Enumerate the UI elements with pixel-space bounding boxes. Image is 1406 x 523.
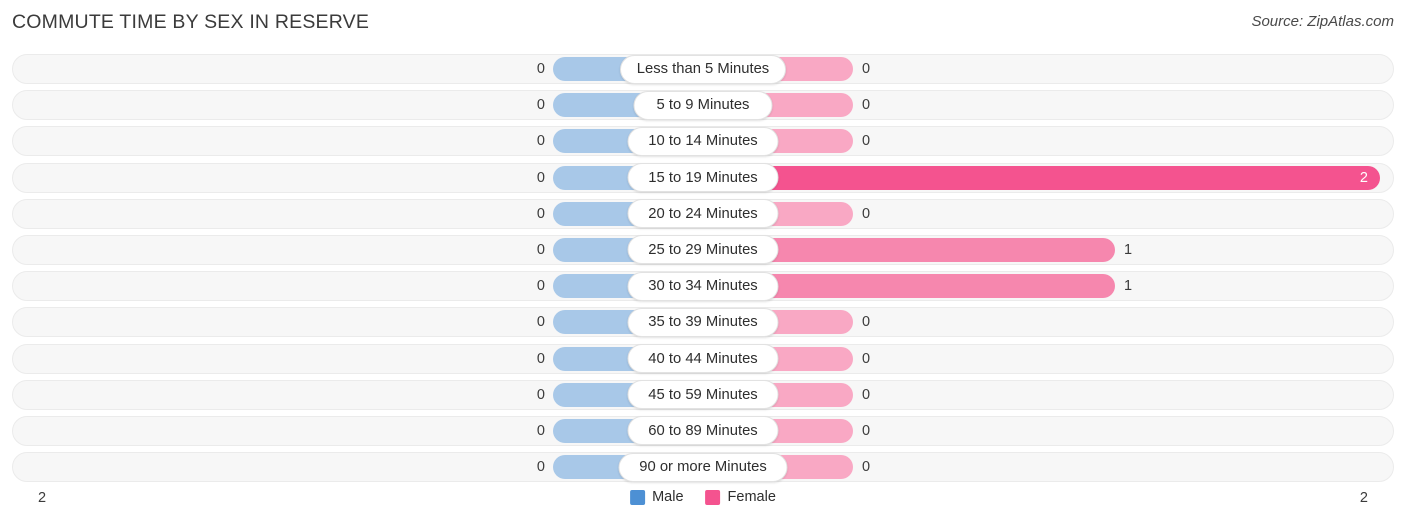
legend-label-female: Female [727,489,776,505]
value-label-male: 0 [536,61,545,77]
value-label-male: 0 [536,386,545,403]
chart-row: 0 0 40 to 44 Minutes [0,341,1406,377]
bar-female[interactable] [703,165,1380,190]
category-pill[interactable]: 30 to 34 Minutes [627,271,779,301]
value-label-male: 0 [536,314,545,331]
category-label: 60 to 89 Minutes [648,422,758,439]
category-pill[interactable]: 40 to 44 Minutes [627,344,779,373]
legend-swatch-female-icon [705,489,721,505]
value-label-male: 0 [536,350,545,367]
source-attribution: Source: ZipAtlas.com [1251,13,1394,30]
category-label: 20 to 24 Minutes [648,205,758,222]
category-pill[interactable]: 20 to 24 Minutes [627,199,779,229]
value-label-female: 0 [862,314,871,331]
category-label: 45 to 59 Minutes [648,386,758,403]
axis-label-right: 2 [1359,490,1368,506]
chart-row: 0 0 20 to 24 Minutes [0,196,1406,232]
page-title: COMMUTE TIME BY SEX IN RESERVE [12,11,370,33]
category-label: 40 to 44 Minutes [648,350,758,367]
category-label: 25 to 29 Minutes [648,241,758,258]
category-pill[interactable]: 45 to 59 Minutes [627,380,779,410]
category-label: 15 to 19 Minutes [648,169,758,186]
legend-label-male: Male [652,489,684,505]
value-label-female: 0 [862,97,871,114]
axis-label-left: 2 [38,490,47,506]
category-label: Less than 5 Minutes [636,61,770,77]
value-label-male: 0 [536,278,545,295]
chart-row: 0 2 15 to 19 Minutes [0,160,1406,196]
chart-row: 0 0 60 to 89 Minutes [0,413,1406,449]
category-pill[interactable]: 5 to 9 Minutes [633,90,773,120]
value-label-female: 0 [862,133,871,150]
category-label: 5 to 9 Minutes [656,97,750,114]
value-label-female: 1 [1124,278,1133,295]
category-label: 35 to 39 Minutes [648,314,758,331]
legend-item-female[interactable]: Female [705,489,776,505]
chart-legend: Male Female [630,489,776,505]
value-label-male: 0 [536,459,545,476]
category-label: 90 or more Minutes [639,459,767,476]
chart-footer: 2 2 Male Female [0,486,1406,516]
chart-row: 0 0 35 to 39 Minutes [0,304,1406,340]
category-label: 30 to 34 Minutes [648,278,758,295]
value-label-male: 0 [536,169,545,186]
chart-row: 0 0 Less than 5 Minutes [0,51,1406,87]
category-pill[interactable]: 10 to 14 Minutes [627,126,779,156]
value-label-male: 0 [536,133,545,150]
value-label-male: 0 [536,241,545,258]
value-label-female: 0 [862,386,871,403]
chart-rows: 0 0 Less than 5 Minutes 0 0 5 to 9 Minutes 0 0 1… [0,51,1406,485]
chart-row: 0 1 25 to 29 Minutes [0,232,1406,268]
category-pill[interactable]: 60 to 89 Minutes [627,416,779,446]
chart-header: COMMUTE TIME BY SEX IN RESERVE Source: Z… [0,0,1406,46]
value-label-female: 1 [1124,241,1133,258]
category-pill[interactable]: 25 to 29 Minutes [627,235,779,265]
legend-item-male[interactable]: Male [630,489,684,505]
category-pill[interactable]: 35 to 39 Minutes [627,307,779,337]
value-label-female: 0 [862,205,871,222]
chart-row: 0 0 5 to 9 Minutes [0,87,1406,123]
value-label-female: 0 [862,350,871,367]
value-label-male: 0 [536,97,545,114]
value-label-female: 2 [1359,169,1368,186]
chart-row: 0 1 30 to 34 Minutes [0,268,1406,304]
chart-row: 0 0 10 to 14 Minutes [0,123,1406,159]
category-pill[interactable]: 15 to 19 Minutes [627,163,779,193]
chart-row: 0 0 90 or more Minutes [0,449,1406,485]
category-pill[interactable]: 90 or more Minutes [618,452,788,482]
chart-row: 0 0 45 to 59 Minutes [0,377,1406,413]
value-label-female: 0 [862,422,871,439]
category-label: 10 to 14 Minutes [648,133,758,150]
value-label-female: 0 [862,459,871,476]
value-label-male: 0 [536,422,545,439]
value-label-male: 0 [536,205,545,222]
category-pill[interactable]: Less than 5 Minutes [620,54,786,84]
legend-swatch-male-icon [630,489,646,505]
value-label-female: 0 [862,61,871,77]
chart-page: COMMUTE TIME BY SEX IN RESERVE Source: Z… [0,0,1406,523]
